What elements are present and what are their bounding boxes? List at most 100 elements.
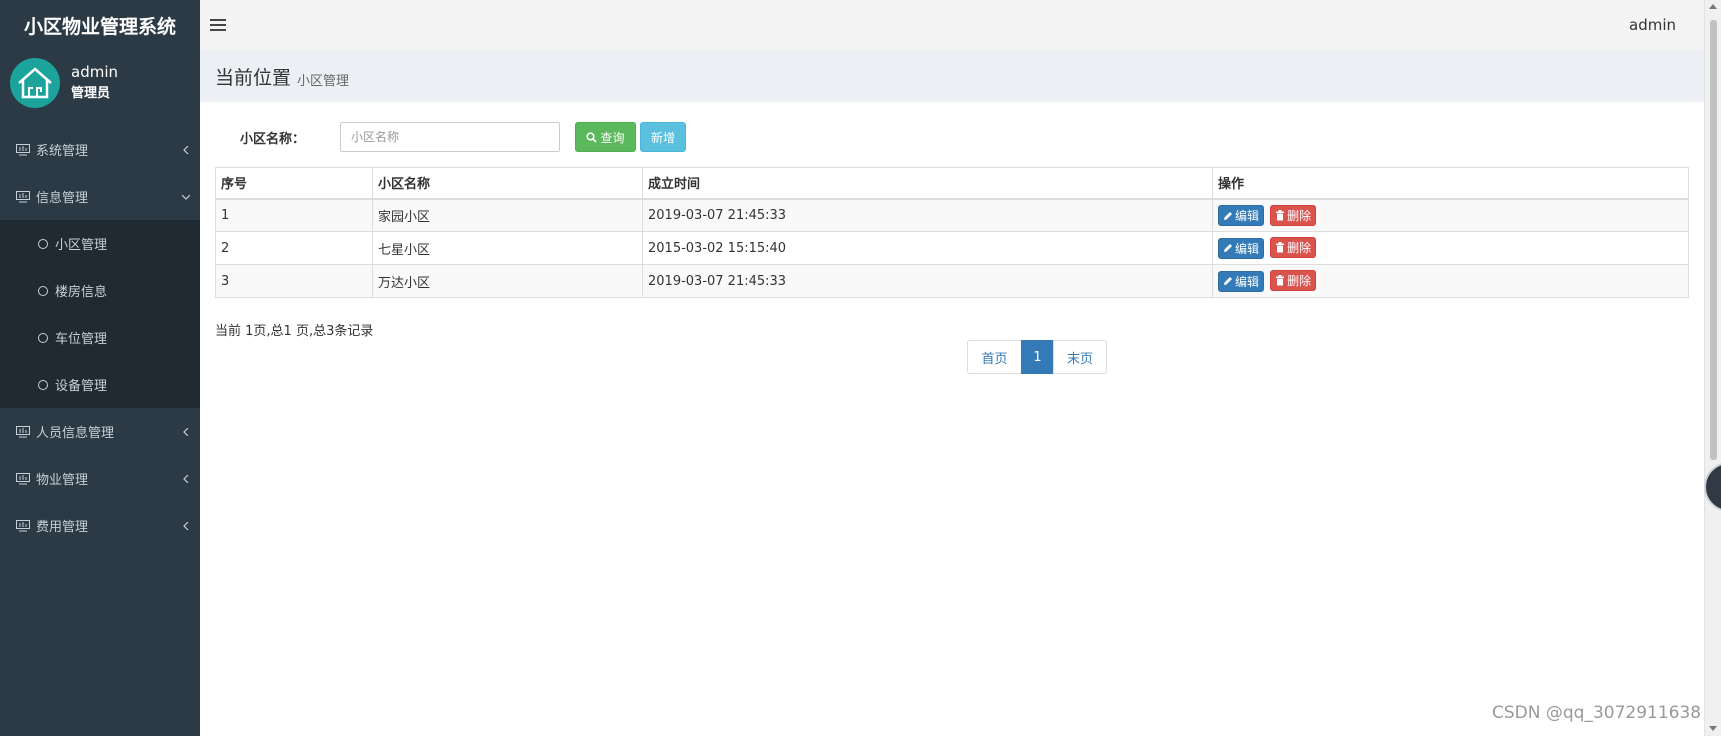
submenu-label: 车位管理 xyxy=(55,332,108,347)
delete-label: 删除 xyxy=(1287,274,1312,289)
community-name-label: 小区名称： xyxy=(240,131,306,147)
submenu: 小区管理 楼房信息 车位管理 设备管理 xyxy=(0,220,200,408)
sidebar-item-label: 费用管理 xyxy=(36,520,89,535)
floating-assistant-button[interactable] xyxy=(1704,462,1721,516)
search-form: 小区名称： 查询 新增 xyxy=(240,122,686,152)
scroll-up-arrow-icon[interactable] xyxy=(1709,4,1717,9)
cell-time: 2015-03-02 15:15:40 xyxy=(642,231,1213,265)
first-page-button[interactable]: 首页 xyxy=(967,340,1022,374)
column-header: 序号 xyxy=(215,167,373,200)
sidebar-item-fees[interactable]: 费用管理 xyxy=(0,502,200,549)
cell-time: 2019-03-07 21:45:33 xyxy=(642,198,1213,232)
sidebar-subitem-community[interactable]: 小区管理 xyxy=(0,220,200,267)
query-button-label: 查询 xyxy=(600,130,625,145)
community-table: 序号 小区名称 成立时间 操作 1 家园小区 2019-03-07 21:45:… xyxy=(215,167,1689,298)
sidebar-subitem-equipment[interactable]: 设备管理 xyxy=(0,361,200,408)
circle-icon xyxy=(38,285,48,296)
table-row: 1 家园小区 2019-03-07 21:45:33 编辑 删除 xyxy=(215,198,1689,232)
cell-actions: 编辑 删除 xyxy=(1212,264,1689,298)
chevron-down-icon xyxy=(182,194,190,200)
page-title: 当前位置 xyxy=(215,66,292,89)
cell-name: 万达小区 xyxy=(372,264,643,298)
cell-id: 3 xyxy=(215,264,373,298)
column-header: 成立时间 xyxy=(642,167,1213,200)
edit-button[interactable]: 编辑 xyxy=(1218,270,1265,292)
sidebar-subitem-parking[interactable]: 车位管理 xyxy=(0,314,200,361)
delete-label: 删除 xyxy=(1287,208,1312,223)
cell-time: 2019-03-07 21:45:33 xyxy=(642,264,1213,298)
edit-label: 编辑 xyxy=(1235,274,1260,289)
dashboard-icon xyxy=(16,143,30,155)
sidebar-item-info[interactable]: 信息管理 xyxy=(0,173,200,220)
breadcrumb-current: 小区管理 xyxy=(297,73,350,89)
house-logo-icon xyxy=(18,67,52,99)
delete-button[interactable]: 删除 xyxy=(1270,270,1317,292)
breadcrumb: 当前位置 小区管理 xyxy=(200,50,1704,102)
community-name-input[interactable] xyxy=(340,122,560,152)
edit-label: 编辑 xyxy=(1235,241,1260,256)
chevron-left-icon xyxy=(183,145,189,154)
sidebar-item-label: 系统管理 xyxy=(36,144,89,159)
watermark: CSDN @qq_3072911638 xyxy=(1492,703,1702,723)
chevron-left-icon xyxy=(183,474,189,483)
page-info: 当前 1页,总1 页,总3条记录 xyxy=(215,324,374,339)
top-navbar: admin xyxy=(200,0,1704,50)
header-user[interactable]: admin xyxy=(1629,16,1676,34)
column-header: 操作 xyxy=(1212,167,1689,200)
cell-actions: 编辑 删除 xyxy=(1212,231,1689,265)
edit-button[interactable]: 编辑 xyxy=(1218,205,1265,226)
cell-id: 1 xyxy=(215,198,373,232)
sidebar-item-property[interactable]: 物业管理 xyxy=(0,455,200,502)
dashboard-icon xyxy=(16,472,30,484)
app-title: 小区物业管理系统 xyxy=(0,0,200,50)
current-page-button[interactable]: 1 xyxy=(1021,340,1054,374)
page-scrollbar[interactable] xyxy=(1704,0,1721,736)
pencil-icon xyxy=(1224,244,1232,253)
search-icon xyxy=(586,131,598,143)
trash-icon xyxy=(1276,242,1285,253)
trash-icon xyxy=(1276,209,1285,220)
dashboard-icon xyxy=(16,190,30,202)
avatar xyxy=(10,58,60,108)
edit-label: 编辑 xyxy=(1235,209,1260,223)
add-button[interactable]: 新增 xyxy=(640,122,686,152)
pencil-icon xyxy=(1224,277,1232,286)
sidebar-item-personnel[interactable]: 人员信息管理 xyxy=(0,408,200,455)
scroll-down-arrow-icon[interactable] xyxy=(1709,726,1717,731)
user-name: admin xyxy=(71,63,118,81)
edit-button[interactable]: 编辑 xyxy=(1218,237,1265,259)
add-button-label: 新增 xyxy=(650,130,675,145)
delete-button[interactable]: 删除 xyxy=(1270,237,1317,259)
cell-actions: 编辑 删除 xyxy=(1212,198,1689,232)
table-row: 2 七星小区 2015-03-02 15:15:40 编辑 删除 xyxy=(215,231,1689,265)
sidebar-subitem-building[interactable]: 楼房信息 xyxy=(0,267,200,314)
cell-id: 2 xyxy=(215,231,373,265)
dashboard-icon xyxy=(16,425,30,437)
circle-icon xyxy=(38,379,48,390)
circle-icon xyxy=(38,332,48,343)
sidebar-item-label: 人员信息管理 xyxy=(36,426,115,441)
sidebar-item-system[interactable]: 系统管理 xyxy=(0,126,200,173)
pagination: 首页 1 末页 xyxy=(967,340,1107,374)
submenu-label: 楼房信息 xyxy=(55,285,108,300)
cell-name: 七星小区 xyxy=(372,231,643,265)
query-button[interactable]: 查询 xyxy=(575,122,636,152)
chevron-left-icon xyxy=(183,427,189,436)
cell-name: 家园小区 xyxy=(372,198,643,232)
menu-toggle-icon[interactable] xyxy=(210,19,226,31)
submenu-label: 设备管理 xyxy=(55,379,108,394)
sidebar: 小区物业管理系统 admin 管理员 系统管理 信息管理 小区管理 楼房信息 车… xyxy=(0,0,200,736)
sidebar-item-label: 信息管理 xyxy=(36,191,89,206)
dashboard-icon xyxy=(16,519,30,531)
trash-icon xyxy=(1276,275,1285,286)
table-header-row: 序号 小区名称 成立时间 操作 xyxy=(215,167,1689,200)
submenu-label: 小区管理 xyxy=(55,238,108,253)
last-page-button[interactable]: 末页 xyxy=(1053,340,1107,374)
pencil-icon xyxy=(1224,211,1232,220)
user-role: 管理员 xyxy=(71,86,111,101)
delete-button[interactable]: 删除 xyxy=(1270,204,1317,226)
sidebar-item-label: 物业管理 xyxy=(36,473,89,488)
table-row: 3 万达小区 2019-03-07 21:45:33 编辑 删除 xyxy=(215,264,1689,298)
delete-label: 删除 xyxy=(1287,241,1312,256)
scroll-thumb[interactable] xyxy=(1710,20,1717,460)
